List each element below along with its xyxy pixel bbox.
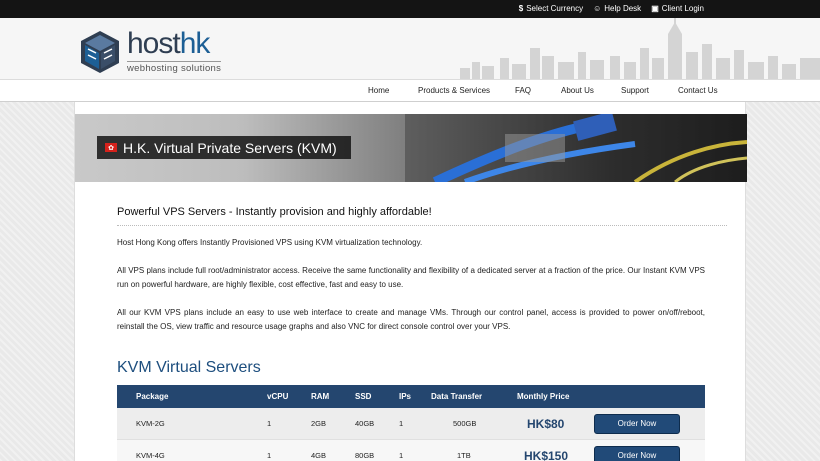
hong-kong-flag-icon: ✿ [105,143,117,152]
page-title-text: H.K. Virtual Private Servers (KVM) [123,139,337,156]
main-content: ✿ H.K. Virtual Private Servers (KVM) Pow… [74,102,747,461]
cell-vcpu: 1 [267,419,272,428]
cell-vcpu: 1 [267,451,272,460]
nav-home[interactable]: Home [368,86,389,95]
top-bar: $ Select Currency ☺ Help Desk ▣ Client L… [0,0,820,18]
cell-price: HK$150 [524,448,569,461]
header-ips: IPs [399,392,412,401]
top-links: $ Select Currency ☺ Help Desk ▣ Client L… [519,4,704,13]
hero-banner: ✿ H.K. Virtual Private Servers (KVM) [75,114,747,182]
cell-data-transfer: 1TB [457,451,471,460]
help-desk-label: Help Desk [604,4,642,13]
intro-paragraph-2: All VPS plans include full root/administ… [117,266,705,289]
nav-support[interactable]: Support [621,86,649,95]
cell-data-transfer: 500GB [453,419,477,428]
logo-tagline: webhosting solutions [127,61,222,74]
site-logo[interactable]: hosthk webhosting solutions [79,29,222,75]
header-package: Package [136,392,169,401]
table-row: KVM-4G 1 4GB 80GB 1 1TB HK$150 Order Now [117,440,705,461]
user-icon: ☺ [593,4,602,13]
table-header: Package vCPU RAM SSD IPs Data Transfer M… [117,385,705,408]
nav-about-us[interactable]: About Us [561,86,594,95]
city-skyline-graphic [460,18,820,79]
select-currency-link[interactable]: $ Select Currency [519,4,583,13]
logo-host: host [127,27,181,60]
cell-ips: 1 [399,451,404,460]
cell-package: KVM-4G [136,451,165,460]
lock-icon: ▣ [651,4,659,13]
cell-price: HK$80 [527,416,565,431]
cell-package: KVM-2G [136,419,165,428]
client-login-label: Client Login [661,4,704,13]
cell-ram: 2GB [311,419,327,428]
header-monthly-price: Monthly Price [517,392,570,401]
logo-wordmark: hosthk webhosting solutions [127,27,222,74]
header-ram: RAM [311,392,330,401]
dollar-icon: $ [518,4,524,13]
cell-ssd: 80GB [355,451,375,460]
header-ssd: SSD [355,392,372,401]
logo-hk: hk [179,27,211,60]
header-data-transfer: Data Transfer [431,392,483,401]
cell-ssd: 40GB [355,419,375,428]
order-now-button[interactable]: Order Now [594,445,680,461]
nav-faq[interactable]: FAQ [515,86,531,95]
intro-paragraph-1: Host Hong Kong offers Instantly Provisio… [117,238,423,247]
cube-logo-icon [81,31,119,73]
order-now-button[interactable]: Order Now [594,413,680,434]
main-nav: Home Products & Services FAQ About Us Su… [0,80,820,102]
plans-section-title: KVM Virtual Servers [117,359,261,376]
table-row: KVM-2G 1 2GB 40GB 1 500GB HK$80 Order No… [117,408,705,440]
content-body: Powerful VPS Servers - Instantly provisi… [117,206,727,461]
cell-ram: 4GB [311,451,327,460]
select-currency-label: Select Currency [526,4,584,13]
site-header: hosthk webhosting solutions [0,18,820,80]
help-desk-link[interactable]: ☺ Help Desk [593,4,641,13]
client-login-link[interactable]: ▣ Client Login [651,4,704,13]
plans-table: Package vCPU RAM SSD IPs Data Transfer M… [117,385,705,461]
cell-ips: 1 [399,419,404,428]
page-title: ✿ H.K. Virtual Private Servers (KVM) [97,136,351,159]
nav-contact-us[interactable]: Contact Us [678,86,718,95]
intro-heading: Powerful VPS Servers - Instantly provisi… [117,206,727,226]
nav-products-services[interactable]: Products & Services [418,86,490,95]
intro-paragraph-3: All our KVM VPS plans include an easy to… [117,308,705,331]
header-vcpu: vCPU [267,392,289,401]
